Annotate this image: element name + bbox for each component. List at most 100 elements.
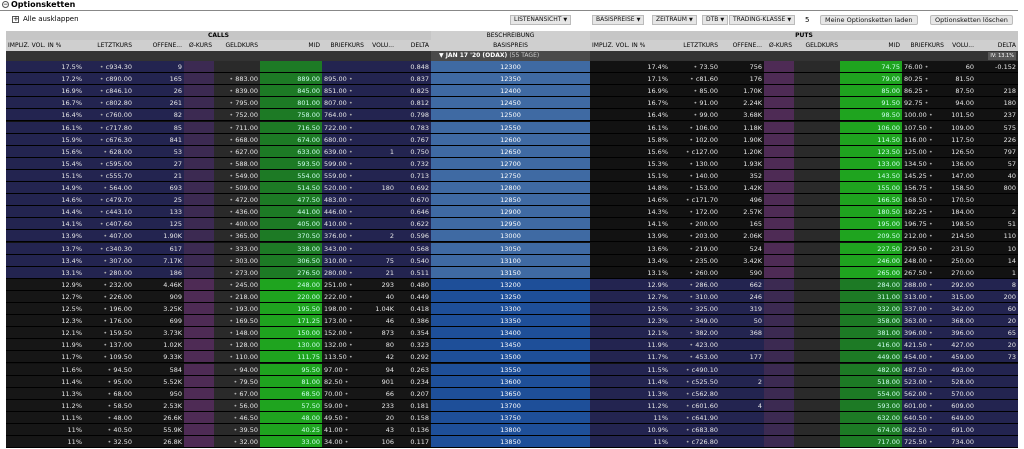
table-row[interactable]: 16.4% • c760.00 82 • 752.00 758.00 764.00 • 0.…	[6, 109, 1018, 122]
call-value: 839.00	[235, 87, 258, 96]
table-row[interactable]: 16.7% • c802.80 261 • 795.00 801.00 807.00 • 0…	[6, 97, 1018, 110]
table-row[interactable]: 17.2% • c890.00 165 • 883.00 889.00 895.00 • 0…	[6, 73, 1018, 86]
table-row[interactable]: 15.6% • 628.00 53 • 627.00 633.00 639.00 • 1 0.…	[6, 145, 1018, 158]
put-value: 487.50	[904, 365, 927, 374]
expand-all-toggle[interactable]: + Alle ausklappen	[12, 15, 79, 23]
puts-col-header-1[interactable]: LETZTKURS	[670, 40, 720, 51]
calls-col-header-8[interactable]: DELTA	[396, 40, 431, 51]
calls-col-header-1[interactable]: LETZTKURS	[84, 40, 134, 51]
table-row[interactable]: 16.1% • c717.80 85 • 711.00 716.50 722.00 • 0.…	[6, 121, 1018, 134]
table-row[interactable]: 17.5% • c934.30 9 0.848 12300 17.4% • 73.50 756…	[6, 61, 1018, 73]
table-row[interactable]: 12.1% • 159.50 3.73K • 148.00 150.00 152.00 •…	[6, 327, 1018, 340]
puts-col-header-7[interactable]: VOLU...	[946, 40, 976, 51]
period-dropdown-label: ZEITRAUM	[656, 16, 687, 23]
put-value: 76.00	[904, 63, 923, 71]
put-value: 363.00	[904, 317, 927, 326]
view-dropdown[interactable]: LISTENANSICHT ▼	[510, 15, 572, 25]
call-last-price: 628.00	[109, 147, 132, 156]
put-value: 107.50	[904, 123, 927, 132]
table-row[interactable]: 11.4% • 95.00 5.52K • 79.50 81.00 82.50 • 901 0…	[6, 375, 1018, 388]
call-value: 446.00	[324, 208, 347, 217]
call-last-price: 94.50	[113, 365, 132, 374]
dot-icon: •	[346, 75, 353, 84]
calls-col-header-3[interactable]: Ø-KURS	[184, 40, 214, 51]
dot-icon: •	[922, 63, 929, 71]
table-row[interactable]: 11.1% • 48.00 26.6K • 46.50 48.00 49.50 • 20 0.…	[6, 411, 1018, 424]
call-value: 152.00	[324, 329, 347, 338]
puts-col-header-3[interactable]: Ø-KURS	[764, 40, 794, 51]
puts-col-header-8[interactable]: DELTA	[976, 40, 1018, 51]
table-row[interactable]: 14.6% • c479.70 25 • 472.00 477.50 483.00 • 0.…	[6, 194, 1018, 207]
period-dropdown[interactable]: ZEITRAUM ▼	[652, 15, 697, 25]
table-row[interactable]: 12.9% • 232.00 4.46K • 245.00 248.00 251.00 •…	[6, 278, 1018, 291]
calls-col-header-5[interactable]: MID	[260, 40, 322, 51]
dot-icon: •	[346, 268, 353, 277]
expiry-row[interactable]: ▼ JAN 17 '20 (ODAX) (55 TAGE)	[431, 51, 590, 61]
puts-col-header-4[interactable]: GELDKURS	[794, 40, 840, 51]
dot-icon: •	[926, 377, 933, 386]
table-row[interactable]: 15.4% • c595.00 27 • 588.00 593.50 599.00 • 0.…	[6, 157, 1018, 170]
table-row[interactable]: 14.4% • c443.10 133 • 436.00 441.00 446.00 • 0…	[6, 206, 1018, 219]
put-value: 125.00	[904, 147, 927, 156]
table-row[interactable]: 11.7% • 109.50 9.33K • 110.00 111.75 113.50 •…	[6, 351, 1018, 364]
put-value: 453.00	[695, 353, 718, 362]
table-row[interactable]: 13.9% • 407.00 1.90K • 365.00 370.50 376.00 •…	[6, 230, 1018, 243]
call-value: 97.00	[324, 365, 343, 374]
table-row[interactable]: 11% • 40.50 55.9K • 39.50 40.25 41.00 • 43 0.13…	[6, 424, 1018, 436]
call-value: 39.50	[239, 426, 258, 434]
table-row[interactable]: 12.5% • 196.00 3.25K • 193.00 195.50 198.00 •…	[6, 303, 1018, 315]
call-value: 764.00	[324, 111, 347, 120]
calls-col-header-0[interactable]: IMPLIZ. VOL. IN %	[6, 40, 84, 51]
dot-icon: •	[346, 171, 353, 180]
dot-icon: •	[342, 377, 349, 386]
table-row[interactable]: 13.4% • 307.00 7.17K • 303.00 306.50 310.00 •…	[6, 254, 1018, 267]
dtb-dropdown[interactable]: DTB ▼	[702, 15, 729, 25]
chevron-down-icon: ▼	[787, 17, 792, 23]
table-row[interactable]: 13.1% • 280.00 186 • 273.00 276.50 280.00 • 21…	[6, 266, 1018, 279]
table-row[interactable]: 11.6% • 94.50 584 • 94.00 95.50 97.00 • 94 0.26…	[6, 363, 1018, 376]
calls-col-header-6[interactable]: BRIEFKURS	[322, 40, 366, 51]
call-value: 509.00	[235, 184, 258, 192]
call-value: 627.00	[235, 147, 258, 156]
basis-dropdown[interactable]: BASISPREISE ▼	[592, 15, 645, 25]
table-row[interactable]: 12.3% • 176.00 699 • 169.50 171.25 173.00 • 46…	[6, 315, 1018, 328]
load-chains-button[interactable]: Meine Optionsketten laden	[820, 15, 918, 25]
calls-col-header-7[interactable]: VOLU...	[366, 40, 396, 51]
puts-col-header-2[interactable]: OFFENE...	[720, 40, 764, 51]
call-value: 70.00	[324, 389, 343, 398]
table-row[interactable]: 11.3% • 68.00 950 • 67.00 68.50 70.00 • 66 0.20…	[6, 387, 1018, 400]
iv-badge: IV: 13.1%	[988, 52, 1016, 60]
trading-class-dropdown[interactable]: TRADING-KLASSE ▼	[729, 15, 796, 25]
call-last-price: c479.70	[105, 196, 132, 205]
call-last-price: c443.10	[105, 208, 132, 217]
put-value: c726.80	[691, 438, 718, 447]
dot-icon: •	[926, 256, 933, 265]
dot-icon: •	[346, 147, 353, 156]
table-row[interactable]: 11.2% • 58.50 2.53K • 56.00 57.50 59.00 • 233 0…	[6, 399, 1018, 412]
calls-col-header-2[interactable]: OFFENE...	[134, 40, 184, 51]
dot-icon: •	[346, 87, 353, 96]
table-row[interactable]: 15.1% • c555.70 21 • 549.00 554.00 559.00 • 0.…	[6, 169, 1018, 182]
put-value: 196.75	[904, 220, 927, 229]
puts-col-header-0[interactable]: IMPLIZ. VOL. IN %	[590, 40, 670, 51]
collapse-icon[interactable]: −	[2, 1, 9, 8]
table-row[interactable]: 13.7% • c340.30 617 • 333.00 338.00 343.00 • 0…	[6, 242, 1018, 255]
put-value: 200.00	[695, 220, 718, 229]
plus-icon[interactable]: +	[12, 15, 19, 23]
calls-col-header-4[interactable]: GELDKURS	[214, 40, 260, 51]
dot-icon: •	[926, 341, 933, 350]
call-value: 752.00	[235, 111, 258, 120]
puts-col-header-6[interactable]: BRIEFKURS	[902, 40, 946, 51]
table-row[interactable]: 14.9% • 564.00 693 • 509.00 514.50 520.00 • 18…	[6, 182, 1018, 194]
call-last-price: c934.30	[105, 63, 132, 71]
dot-icon: •	[926, 426, 933, 434]
puts-col-header-5[interactable]: MID	[840, 40, 902, 51]
expiry-label: JAN 17 '20 (ODAX)	[445, 52, 508, 59]
table-row[interactable]: 15.9% • c676.30 841 • 668.00 674.00 680.00 • 0…	[6, 133, 1018, 146]
table-row[interactable]: 11% • 32.50 26.8K • 32.00 33.00 34.00 • 106 0.1…	[6, 436, 1018, 449]
delete-chains-button[interactable]: Optionsketten löschen	[930, 15, 1013, 25]
table-row[interactable]: 14.1% • c407.60 125 • 400.00 405.00 410.00 • 0…	[6, 218, 1018, 231]
table-row[interactable]: 11.9% • 137.00 1.02K • 128.00 130.00 132.00 •…	[6, 339, 1018, 352]
table-row[interactable]: 16.9% • c846.10 26 • 839.00 845.00 851.00 • 0.…	[6, 85, 1018, 98]
table-row[interactable]: 12.7% • 226.00 909 • 218.00 220.00 222.00 • 40…	[6, 290, 1018, 303]
